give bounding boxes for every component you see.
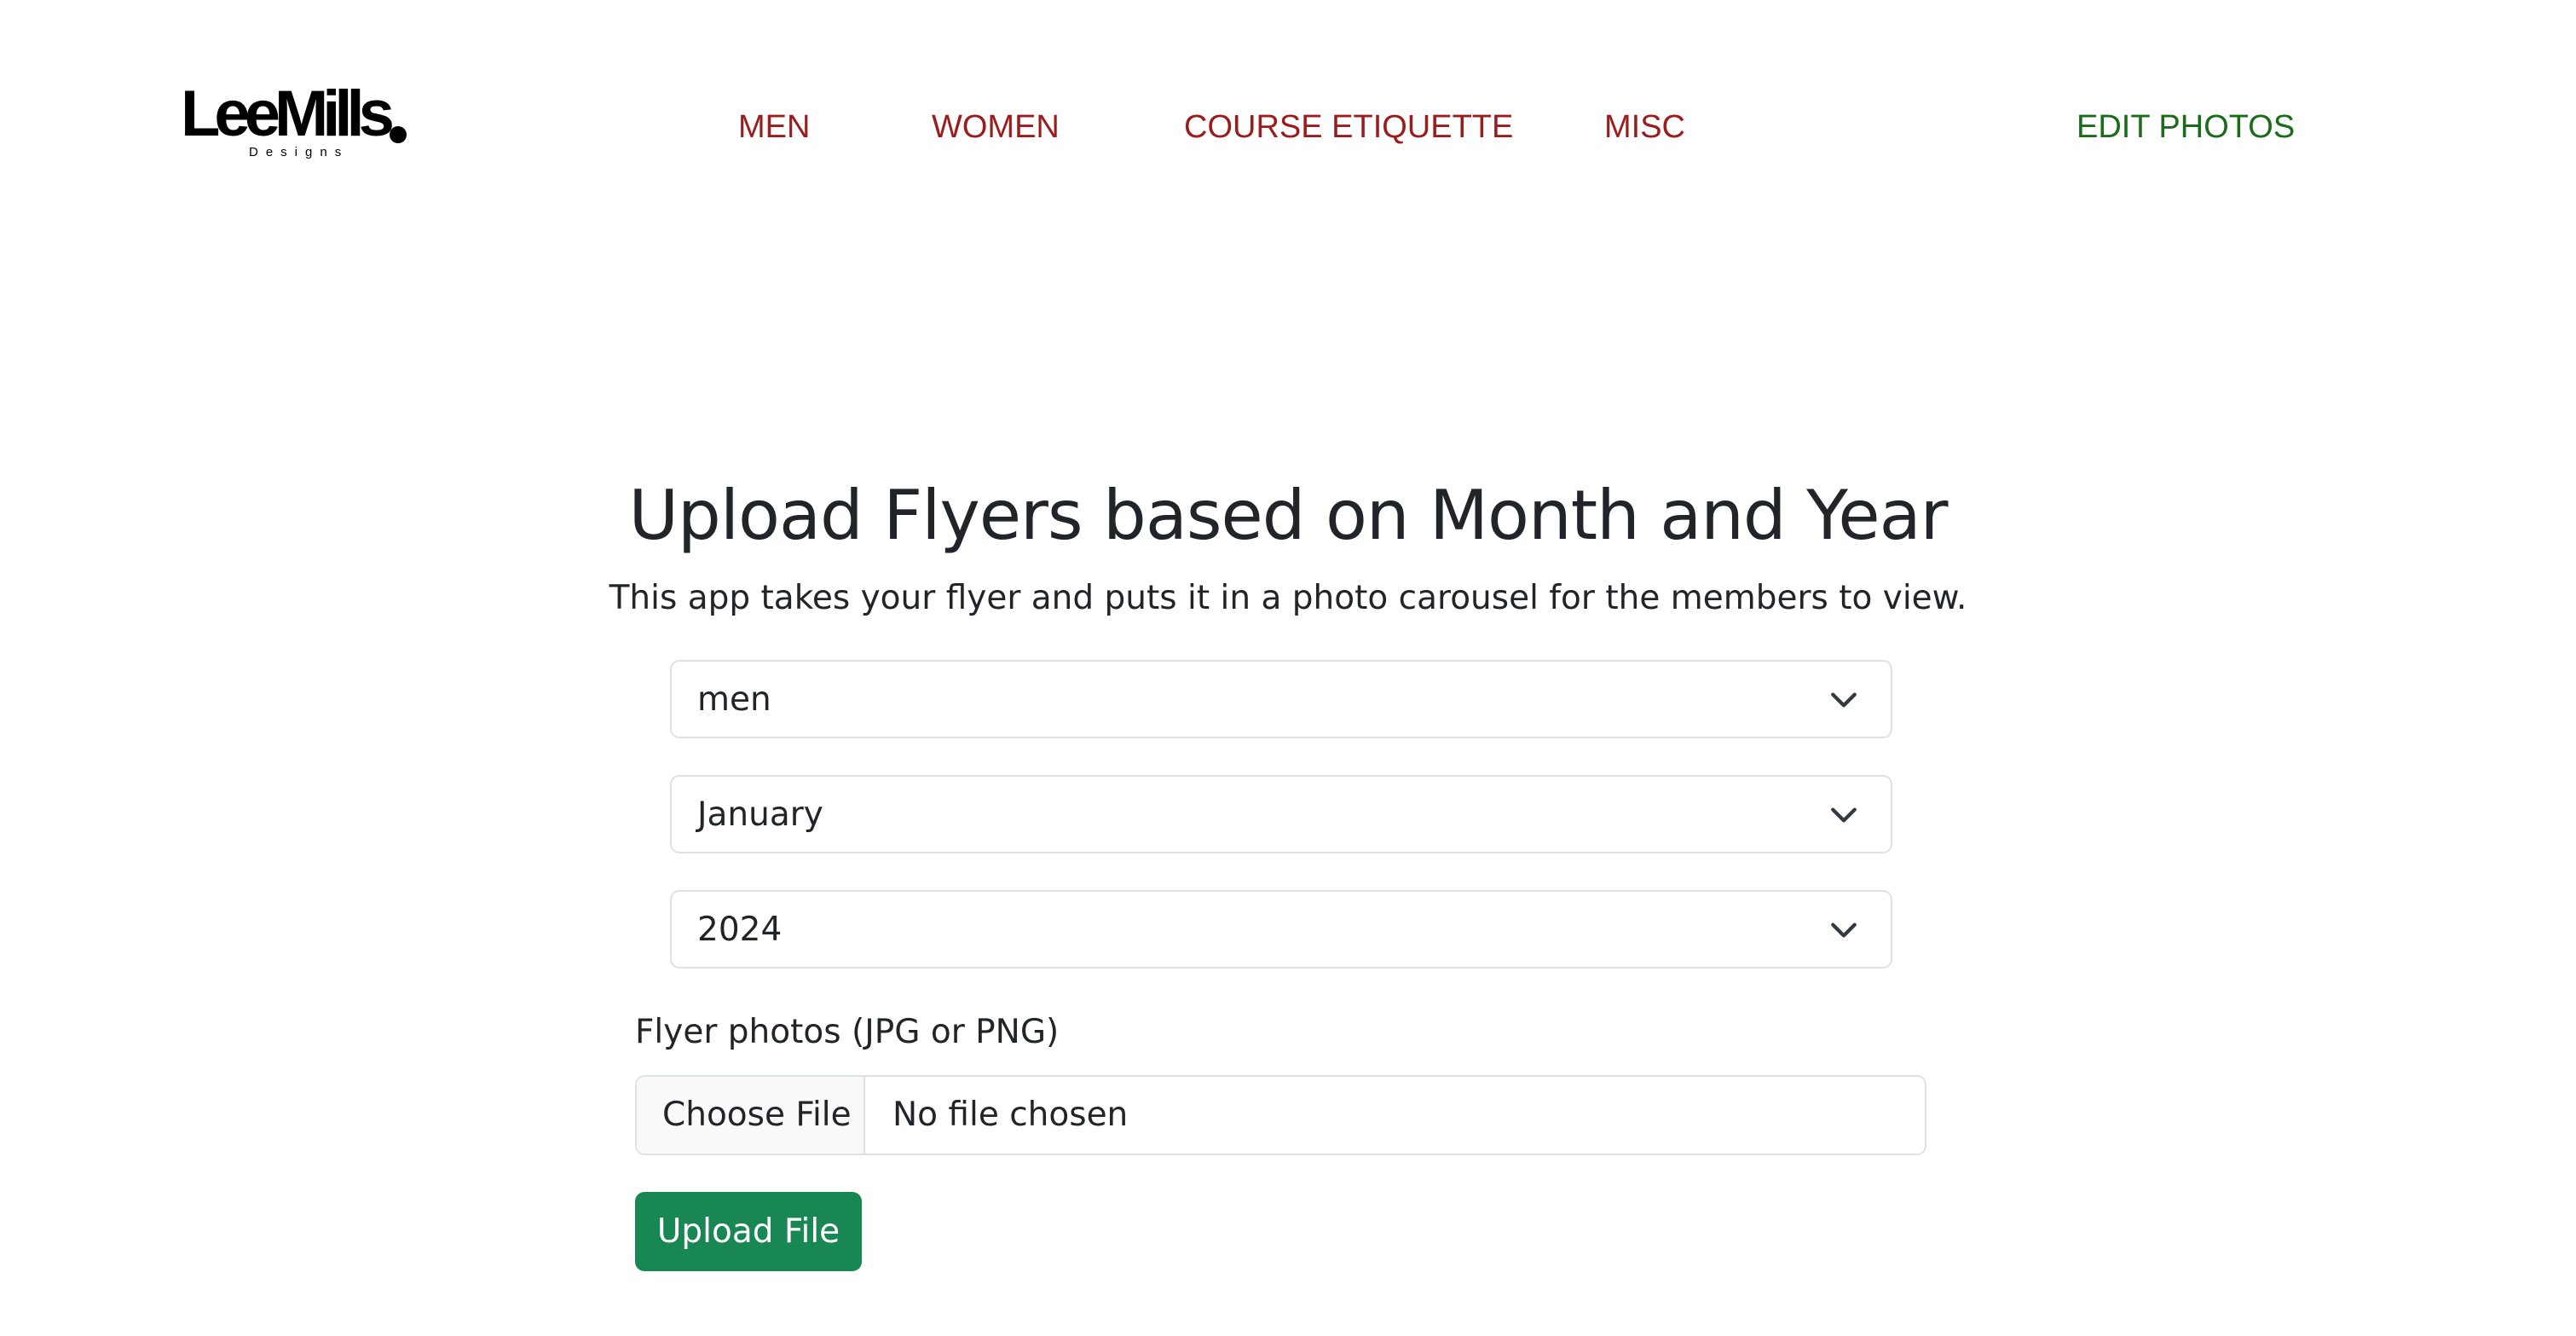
top-navbar: LeeMills Designs MEN WOMEN COURSE ETIQUE… [0, 0, 2576, 256]
chevron-down-icon [1831, 922, 1857, 938]
chevron-down-icon [1831, 692, 1857, 708]
nav-link-misc[interactable]: MISC [1604, 107, 1685, 147]
choose-file-label: Choose File [662, 1096, 852, 1134]
logo-dot [390, 126, 407, 143]
month-select-value: January [697, 795, 823, 834]
file-status-text: No file chosen [892, 1096, 1129, 1134]
month-select[interactable]: January [670, 775, 1892, 853]
logo-wordmark: LeeMills [181, 78, 395, 150]
gender-select[interactable]: men [670, 660, 1892, 738]
choose-file-button[interactable]: Choose File [637, 1077, 865, 1154]
file-input-label: Flyer photos (JPG or PNG) [635, 1013, 1060, 1051]
chevron-down-icon [1831, 807, 1857, 823]
gender-select-value: men [697, 680, 771, 719]
nav-link-men[interactable]: MEN [738, 107, 810, 147]
page-subtitle: This app takes your flyer and puts it in… [609, 579, 1967, 617]
year-select[interactable]: 2024 [670, 890, 1892, 969]
nav-link-edit-photos[interactable]: EDIT PHOTOS [2076, 107, 2295, 147]
file-input[interactable]: Choose File No file chosen [635, 1075, 1926, 1155]
nav-link-course-etiquette[interactable]: COURSE ETIQUETTE [1184, 107, 1513, 147]
page-title: Upload Flyers based on Month and Year [628, 476, 1948, 555]
nav-link-women[interactable]: WOMEN [932, 107, 1060, 147]
brand-logo[interactable]: LeeMills Designs [181, 82, 411, 162]
logo-subtext: Designs [249, 145, 349, 159]
upload-file-button[interactable]: Upload File [635, 1192, 862, 1271]
year-select-value: 2024 [697, 911, 783, 949]
